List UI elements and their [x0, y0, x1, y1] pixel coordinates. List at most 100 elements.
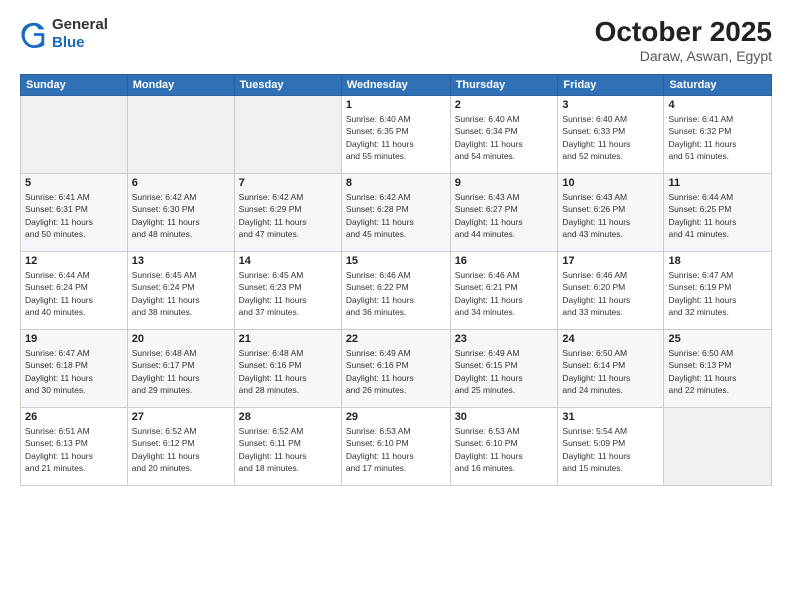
day-number: 10 — [562, 177, 659, 189]
day-number: 25 — [668, 333, 767, 345]
day-info: Sunrise: 6:46 AM Sunset: 6:20 PM Dayligh… — [562, 269, 659, 318]
weekday-header-friday: Friday — [558, 75, 664, 96]
logo-icon — [20, 20, 48, 48]
logo-blue: Blue — [52, 34, 85, 51]
day-info: Sunrise: 6:43 AM Sunset: 6:26 PM Dayligh… — [562, 191, 659, 240]
calendar-cell: 8 Sunrise: 6:42 AM Sunset: 6:28 PM Daylig… — [341, 174, 450, 252]
day-number: 19 — [25, 333, 123, 345]
day-number: 6 — [132, 177, 230, 189]
day-number: 2 — [455, 99, 554, 111]
logo-general: General — [52, 16, 108, 33]
calendar-cell: 29 Sunrise: 6:53 AM Sunset: 6:10 PM Dayli… — [341, 408, 450, 486]
day-info: Sunrise: 6:43 AM Sunset: 6:27 PM Dayligh… — [455, 191, 554, 240]
day-info: Sunrise: 6:53 AM Sunset: 6:10 PM Dayligh… — [455, 425, 554, 474]
weekday-header-wednesday: Wednesday — [341, 75, 450, 96]
calendar-cell — [127, 96, 234, 174]
day-info: Sunrise: 6:48 AM Sunset: 6:17 PM Dayligh… — [132, 347, 230, 396]
calendar-cell: 3 Sunrise: 6:40 AM Sunset: 6:33 PM Daylig… — [558, 96, 664, 174]
calendar-cell: 15 Sunrise: 6:46 AM Sunset: 6:22 PM Dayli… — [341, 252, 450, 330]
calendar-cell: 11Sunrise: 6:44 AM Sunset: 6:25 PM Dayli… — [664, 174, 772, 252]
calendar-cell — [21, 96, 128, 174]
day-number: 22 — [346, 333, 446, 345]
day-info: Sunrise: 6:42 AM Sunset: 6:29 PM Dayligh… — [239, 191, 337, 240]
day-info: Sunrise: 6:40 AM Sunset: 6:34 PM Dayligh… — [455, 113, 554, 162]
day-number: 8 — [346, 177, 446, 189]
day-number: 13 — [132, 255, 230, 267]
day-number: 20 — [132, 333, 230, 345]
calendar-cell: 19Sunrise: 6:47 AM Sunset: 6:18 PM Dayli… — [21, 330, 128, 408]
calendar-cell: 9Sunrise: 6:43 AM Sunset: 6:27 PM Daylig… — [450, 174, 558, 252]
day-number: 31 — [562, 411, 659, 423]
calendar-week-row: 26Sunrise: 6:51 AM Sunset: 6:13 PM Dayli… — [21, 408, 772, 486]
calendar-cell — [234, 96, 341, 174]
day-info: Sunrise: 6:47 AM Sunset: 6:19 PM Dayligh… — [668, 269, 767, 318]
day-info: Sunrise: 6:42 AM Sunset: 6:28 PM Dayligh… — [346, 191, 446, 240]
day-number: 1 — [346, 99, 446, 111]
calendar-week-row: 1Sunrise: 6:40 AM Sunset: 6:35 PM Daylig… — [21, 96, 772, 174]
day-number: 15 — [346, 255, 446, 267]
calendar-cell: 14 Sunrise: 6:45 AM Sunset: 6:23 PM Dayli… — [234, 252, 341, 330]
day-info: Sunrise: 6:45 AM Sunset: 6:24 PM Dayligh… — [132, 269, 230, 318]
header: General Blue October 2025 Daraw, Aswan, … — [20, 16, 772, 64]
calendar-cell: 1Sunrise: 6:40 AM Sunset: 6:35 PM Daylig… — [341, 96, 450, 174]
weekday-header-thursday: Thursday — [450, 75, 558, 96]
day-number: 23 — [455, 333, 554, 345]
calendar-cell: 6Sunrise: 6:42 AM Sunset: 6:30 PM Daylig… — [127, 174, 234, 252]
day-number: 21 — [239, 333, 337, 345]
day-info: Sunrise: 6:46 AM Sunset: 6:22 PM Dayligh… — [346, 269, 446, 318]
calendar-cell: 20 Sunrise: 6:48 AM Sunset: 6:17 PM Dayli… — [127, 330, 234, 408]
logo-text: General Blue — [52, 16, 108, 52]
calendar-cell: 12Sunrise: 6:44 AM Sunset: 6:24 PM Dayli… — [21, 252, 128, 330]
day-number: 27 — [132, 411, 230, 423]
calendar-cell: 30 Sunrise: 6:53 AM Sunset: 6:10 PM Dayli… — [450, 408, 558, 486]
day-info: Sunrise: 6:52 AM Sunset: 6:12 PM Dayligh… — [132, 425, 230, 474]
month-title: October 2025 — [595, 16, 772, 48]
day-info: Sunrise: 6:52 AM Sunset: 6:11 PM Dayligh… — [239, 425, 337, 474]
calendar-cell — [664, 408, 772, 486]
day-number: 3 — [562, 99, 659, 111]
calendar-cell: 13 Sunrise: 6:45 AM Sunset: 6:24 PM Dayli… — [127, 252, 234, 330]
calendar-cell: 16 Sunrise: 6:46 AM Sunset: 6:21 PM Dayli… — [450, 252, 558, 330]
day-number: 18 — [668, 255, 767, 267]
day-info: Sunrise: 6:46 AM Sunset: 6:21 PM Dayligh… — [455, 269, 554, 318]
day-info: Sunrise: 6:49 AM Sunset: 6:15 PM Dayligh… — [455, 347, 554, 396]
day-info: Sunrise: 6:45 AM Sunset: 6:23 PM Dayligh… — [239, 269, 337, 318]
day-info: Sunrise: 6:40 AM Sunset: 6:33 PM Dayligh… — [562, 113, 659, 162]
day-number: 28 — [239, 411, 337, 423]
day-info: Sunrise: 6:51 AM Sunset: 6:13 PM Dayligh… — [25, 425, 123, 474]
calendar-cell: 28 Sunrise: 6:52 AM Sunset: 6:11 PM Dayli… — [234, 408, 341, 486]
logo: General Blue — [20, 16, 108, 52]
day-info: Sunrise: 6:49 AM Sunset: 6:16 PM Dayligh… — [346, 347, 446, 396]
calendar-cell: 27 Sunrise: 6:52 AM Sunset: 6:12 PM Dayli… — [127, 408, 234, 486]
day-info: Sunrise: 6:53 AM Sunset: 6:10 PM Dayligh… — [346, 425, 446, 474]
day-info: Sunrise: 6:41 AM Sunset: 6:31 PM Dayligh… — [25, 191, 123, 240]
day-number: 16 — [455, 255, 554, 267]
day-info: Sunrise: 6:48 AM Sunset: 6:16 PM Dayligh… — [239, 347, 337, 396]
calendar-cell: 10 Sunrise: 6:43 AM Sunset: 6:26 PM Dayli… — [558, 174, 664, 252]
page: General Blue October 2025 Daraw, Aswan, … — [0, 0, 792, 612]
calendar-week-row: 19Sunrise: 6:47 AM Sunset: 6:18 PM Dayli… — [21, 330, 772, 408]
calendar-cell: 2 Sunrise: 6:40 AM Sunset: 6:34 PM Daylig… — [450, 96, 558, 174]
weekday-header-saturday: Saturday — [664, 75, 772, 96]
day-number: 5 — [25, 177, 123, 189]
day-number: 12 — [25, 255, 123, 267]
calendar-cell: 31Sunrise: 5:54 AM Sunset: 5:09 PM Dayli… — [558, 408, 664, 486]
day-number: 7 — [239, 177, 337, 189]
title-block: October 2025 Daraw, Aswan, Egypt — [595, 16, 772, 64]
day-info: Sunrise: 6:41 AM Sunset: 6:32 PM Dayligh… — [668, 113, 767, 162]
weekday-header-monday: Monday — [127, 75, 234, 96]
calendar-cell: 7 Sunrise: 6:42 AM Sunset: 6:29 PM Daylig… — [234, 174, 341, 252]
day-info: Sunrise: 6:50 AM Sunset: 6:14 PM Dayligh… — [562, 347, 659, 396]
calendar-cell: 5 Sunrise: 6:41 AM Sunset: 6:31 PM Daylig… — [21, 174, 128, 252]
calendar-cell: 26Sunrise: 6:51 AM Sunset: 6:13 PM Dayli… — [21, 408, 128, 486]
day-number: 29 — [346, 411, 446, 423]
location: Daraw, Aswan, Egypt — [595, 48, 772, 64]
day-number: 30 — [455, 411, 554, 423]
calendar-cell: 25Sunrise: 6:50 AM Sunset: 6:13 PM Dayli… — [664, 330, 772, 408]
calendar-cell: 24Sunrise: 6:50 AM Sunset: 6:14 PM Dayli… — [558, 330, 664, 408]
day-number: 11 — [668, 177, 767, 189]
calendar-cell: 23 Sunrise: 6:49 AM Sunset: 6:15 PM Dayli… — [450, 330, 558, 408]
calendar-table: SundayMondayTuesdayWednesdayThursdayFrid… — [20, 74, 772, 486]
calendar-cell: 17Sunrise: 6:46 AM Sunset: 6:20 PM Dayli… — [558, 252, 664, 330]
day-number: 14 — [239, 255, 337, 267]
